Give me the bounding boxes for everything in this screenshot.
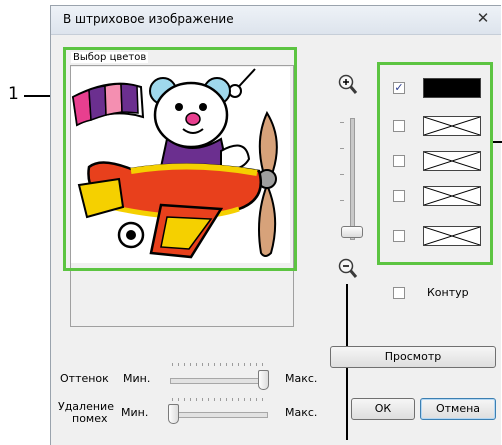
hue-slider-thumb[interactable] [258,370,269,390]
ok-button[interactable]: ОК [351,398,415,420]
hue-label: Оттенок [60,372,109,385]
hue-min-label: Мин. [123,372,151,385]
noise-slider-track[interactable] [170,412,268,418]
zoom-tick [340,174,344,175]
cancel-button[interactable]: Отмена [420,398,496,420]
zoom-tick [340,122,344,123]
callout-number-1: 1 [8,84,19,104]
zoom-tick [340,200,344,201]
callout-leader-line [493,141,502,143]
zoom-in-icon[interactable] [338,74,358,98]
noise-min-label: Мин. [121,406,149,419]
noise-label-line2: помех [72,412,108,425]
hue-max-label: Макс. [285,372,318,385]
preview-button[interactable]: Просмотр [330,346,496,368]
dialog-title: В штриховое изображение [63,12,234,26]
annotation-box-preview [63,47,297,271]
title-bar: В штриховое изображение ✕ [51,6,501,35]
noise-slider-ticks [172,398,266,401]
zoom-out-icon[interactable] [338,258,358,282]
outline-label: Контур [427,286,469,299]
hue-slider-track[interactable] [170,378,268,384]
noise-slider-thumb[interactable] [168,404,179,424]
noise-max-label: Макс. [285,406,318,419]
close-button[interactable]: ✕ [473,10,493,28]
hue-slider-ticks [172,363,266,366]
outline-checkbox[interactable] [393,287,405,299]
zoom-slider-track[interactable] [350,118,355,240]
zoom-tick [340,148,344,149]
annotation-box-colors [377,62,493,265]
zoom-slider-thumb[interactable] [341,226,363,238]
